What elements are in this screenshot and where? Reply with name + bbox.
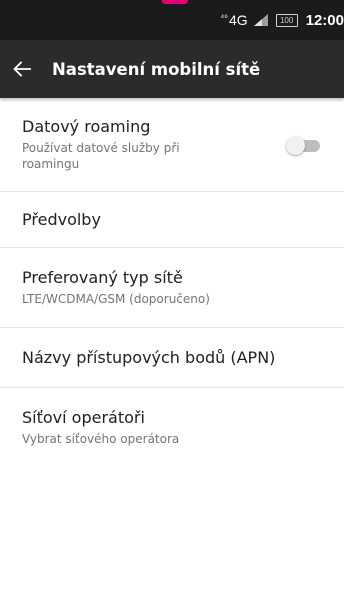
battery-icon: 100: [275, 13, 298, 27]
setting-summary: Používat datové služby při roamingu: [22, 141, 180, 171]
app-bar: Nastavení mobilní sítě: [0, 40, 344, 98]
status-time: 12:00: [305, 11, 344, 29]
data-roaming-toggle[interactable]: [286, 136, 322, 155]
status-bar: ⁴⁶ 4G 100 12:00: [0, 0, 344, 40]
setting-title: Názvy přístupových bodů (APN): [22, 347, 276, 367]
network-type: 4G: [228, 12, 248, 28]
setting-access-point-names[interactable]: Názvy přístupových bodů (APN): [0, 328, 344, 388]
setting-network-operators[interactable]: Síťoví operátoři Vybrat síťového operáto…: [0, 388, 344, 466]
setting-title: Datový roaming: [22, 117, 151, 136]
signal-icon: [253, 14, 268, 26]
setting-preferred-network-type[interactable]: Preferovaný typ sítě LTE/WCDMA/GSM (dopo…: [0, 248, 344, 328]
toggle-thumb: [286, 136, 305, 155]
setting-data-roaming[interactable]: Datový roaming Používat datové služby př…: [0, 98, 344, 192]
top-accent-bar: [162, 0, 188, 4]
setting-summary: LTE/WCDMA/GSM (doporučeno): [22, 292, 210, 306]
setting-preferences[interactable]: Předvolby: [0, 192, 344, 248]
network-badge: ⁴⁶: [220, 12, 228, 22]
arrow-back-icon: [13, 61, 31, 77]
settings-list: Datový roaming Používat datové služby př…: [0, 98, 344, 466]
setting-title: Předvolby: [22, 209, 101, 229]
setting-summary: Vybrat síťového operátora: [22, 431, 180, 446]
setting-title: Síťoví operátoři: [22, 407, 145, 427]
page-title: Nastavení mobilní sítě: [52, 59, 261, 79]
screen: ⁴⁶ 4G 100 12:00 Nastavení mobilní sítě D…: [0, 0, 344, 613]
back-button[interactable]: [0, 40, 44, 98]
setting-title: Preferovaný typ sítě: [22, 268, 183, 287]
